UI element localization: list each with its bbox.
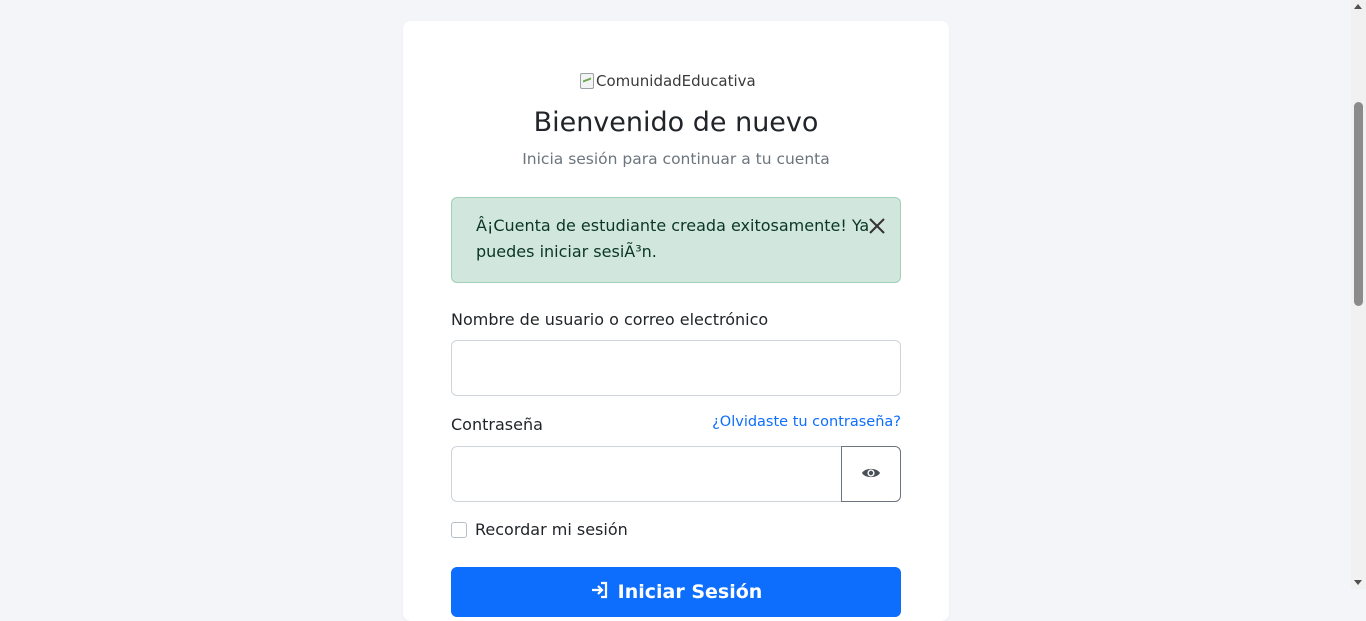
eye-icon	[861, 465, 881, 484]
remember-label: Recordar mi sesión	[475, 520, 628, 539]
password-input[interactable]	[451, 446, 842, 502]
page-title: Bienvenido de nuevo	[533, 107, 819, 138]
toggle-password-button[interactable]	[841, 446, 901, 502]
scroll-up-icon[interactable]	[1354, 4, 1362, 9]
alert-message: Â¡Cuenta de estudiante creada exitosamen…	[476, 216, 870, 261]
logo: ComunidadEducativa	[580, 69, 756, 93]
scrollbar-thumb[interactable]	[1354, 102, 1363, 306]
username-input[interactable]	[451, 340, 901, 396]
sign-in-icon	[590, 580, 610, 605]
password-label: Contraseña	[451, 415, 543, 434]
remember-checkbox[interactable]	[451, 522, 467, 538]
login-button-label: Iniciar Sesión	[617, 581, 763, 603]
success-alert: Â¡Cuenta de estudiante creada exitosamen…	[451, 197, 901, 283]
forgot-password-link[interactable]: ¿Olvidaste tu contraseña?	[712, 414, 901, 430]
close-icon[interactable]	[866, 215, 888, 237]
login-card: ComunidadEducativa Bienvenido de nuevo I…	[403, 21, 949, 621]
page-subtitle: Inicia sesión para continuar a tu cuenta	[522, 150, 830, 168]
scroll-down-icon[interactable]	[1354, 580, 1362, 585]
scrollbar[interactable]	[1351, 0, 1366, 589]
broken-image-icon	[580, 73, 594, 89]
login-button[interactable]: Iniciar Sesión	[451, 567, 901, 617]
logo-alt-text: ComunidadEducativa	[596, 72, 756, 90]
username-label: Nombre de usuario o correo electrónico	[451, 310, 769, 329]
